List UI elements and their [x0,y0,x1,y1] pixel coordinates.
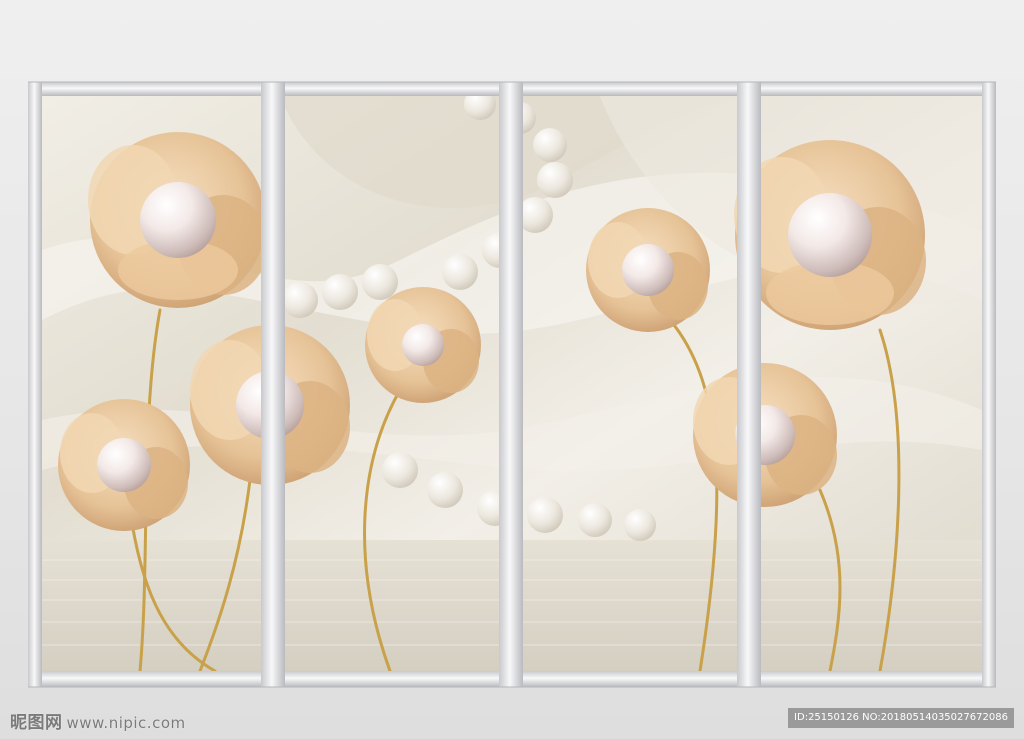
watermark-bar: 昵图网 www.nipic.com ID:25150126 NO:20180514… [0,700,1024,739]
watermark-brand: 昵图网 [10,713,63,733]
watermark-id: ID:25150126 NO:20180514035027672086 [788,708,1014,728]
watermark-logo: 昵图网 www.nipic.com [10,708,186,733]
mural-artwork [28,81,996,688]
watermark-site: www.nipic.com [66,714,186,732]
